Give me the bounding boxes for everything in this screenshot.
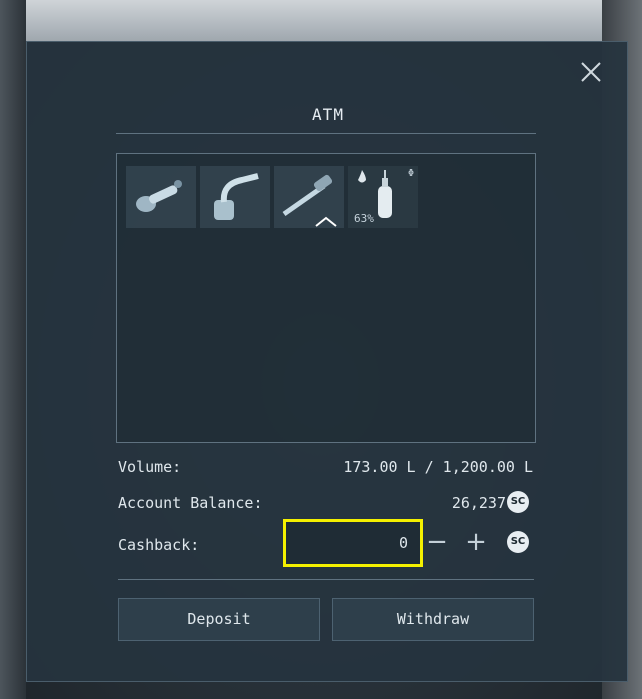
panel-title: ATM <box>312 105 344 124</box>
inventory-slot-welder[interactable] <box>200 166 270 228</box>
inventory-slot-hydrogen-bottle[interactable]: Φ 63% <box>348 166 418 228</box>
deposit-button[interactable]: Deposit <box>118 598 320 641</box>
bottle-corner-mark: Φ <box>407 168 414 179</box>
hand-drill-icon <box>282 174 337 227</box>
flame-icon <box>358 170 366 183</box>
decrease-button[interactable]: − <box>425 529 449 555</box>
volume-label: Volume: <box>118 458 182 476</box>
selected-indicator <box>315 216 337 227</box>
atm-panel: ATM Φ 63% Volume: 173.00 L / 1,200.00 L … <box>26 41 628 682</box>
background-wall-left <box>0 0 26 699</box>
buttons-divider <box>118 579 534 580</box>
welder-icon <box>214 173 259 220</box>
close-button[interactable] <box>579 60 603 84</box>
increase-button[interactable]: + <box>464 529 488 555</box>
currency-badge-icon: SC <box>507 491 529 513</box>
inventory-slot-angle-grinder[interactable] <box>126 166 196 228</box>
inventory-slot-hand-drill[interactable] <box>274 166 344 228</box>
title-divider <box>116 133 536 134</box>
bottle-fill-label: 63% <box>354 212 374 225</box>
inventory-grid[interactable]: Φ 63% <box>116 153 536 443</box>
volume-value: 173.00 L / 1,200.00 L <box>343 458 533 476</box>
balance-label: Account Balance: <box>118 494 263 512</box>
cashback-label: Cashback: <box>118 536 200 554</box>
background-ceiling <box>0 0 642 42</box>
angle-grinder-icon <box>136 180 182 212</box>
cashback-input[interactable]: 0 <box>283 519 423 567</box>
currency-badge-icon: SC <box>507 531 529 553</box>
close-icon <box>581 62 601 82</box>
balance-value: 26,237 <box>451 494 506 512</box>
withdraw-button[interactable]: Withdraw <box>332 598 534 641</box>
